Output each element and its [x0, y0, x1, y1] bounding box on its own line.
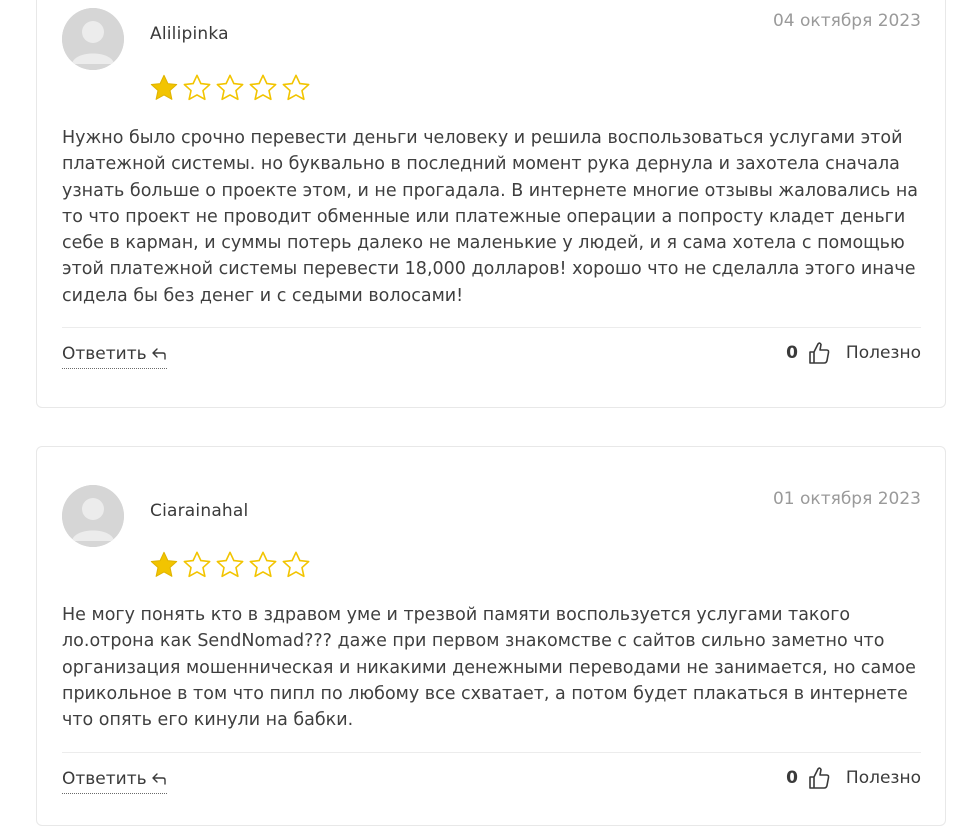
avatar — [62, 8, 124, 70]
likes-count: 0 — [786, 343, 798, 363]
divider — [62, 327, 921, 328]
user-placeholder-icon — [62, 485, 124, 547]
useful-button[interactable]: Полезно — [846, 768, 921, 788]
reply-label: Ответить — [62, 344, 147, 364]
review-author: Alilipinka — [150, 24, 229, 44]
review-text: Нужно было срочно перевести деньги челов… — [62, 128, 918, 306]
review-card: Ciarainahal 01 октября 2023 Не могу поня… — [36, 446, 946, 826]
divider — [62, 752, 921, 753]
review-date: 04 октября 2023 — [772, 11, 921, 31]
rating-stars — [148, 549, 312, 581]
reply-button[interactable]: Ответить — [62, 344, 167, 369]
useful-button[interactable]: Полезно — [846, 343, 921, 363]
likes-count: 0 — [786, 768, 798, 788]
review-author: Ciarainahal — [150, 501, 249, 521]
star-filled-icon — [150, 74, 178, 100]
avatar — [62, 485, 124, 547]
star-empty-icon — [282, 551, 310, 578]
star-empty-icon — [249, 551, 277, 578]
review-text: Не могу понять кто в здравом уме и трезв… — [62, 605, 916, 731]
star-empty-icon — [216, 551, 244, 578]
review-card: Alilipinka 04 октября 2023 Нужно было ср… — [36, 0, 946, 408]
useful-block: 0 Полезно — [786, 341, 921, 365]
reply-button[interactable]: Ответить — [62, 769, 167, 794]
thumbs-up-icon[interactable] — [808, 341, 830, 365]
star-filled-icon — [150, 551, 178, 577]
star-empty-icon — [183, 551, 211, 578]
star-empty-icon — [282, 74, 310, 101]
star-empty-icon — [183, 74, 211, 101]
star-empty-icon — [216, 74, 244, 101]
reply-arrow-icon — [151, 348, 166, 360]
reply-label: Ответить — [62, 769, 147, 789]
useful-block: 0 Полезно — [786, 766, 921, 790]
star-empty-icon — [249, 74, 277, 101]
reply-arrow-icon — [151, 773, 166, 785]
review-date: 01 октября 2023 — [772, 489, 921, 509]
user-placeholder-icon — [62, 8, 124, 70]
thumbs-up-icon[interactable] — [808, 766, 830, 790]
rating-stars — [148, 72, 312, 104]
